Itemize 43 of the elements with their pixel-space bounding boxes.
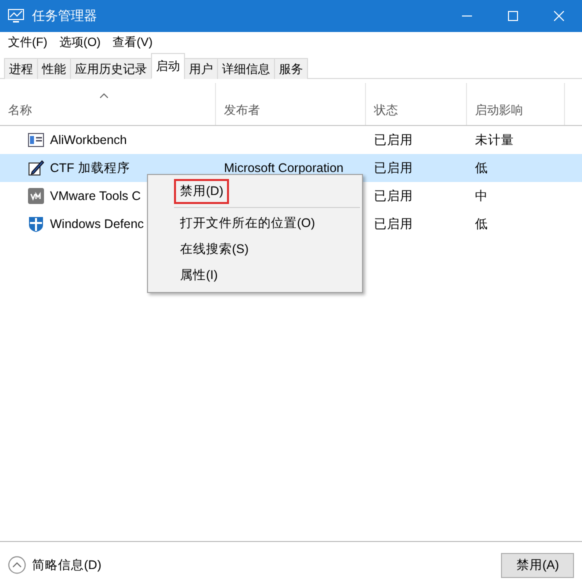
monitor-icon (8, 9, 24, 23)
tab[interactable]: 应用历史记录 (70, 58, 152, 79)
menu-item[interactable]: 在线搜索(S) (174, 237, 255, 262)
menu-item[interactable]: 选项(O) (55, 34, 109, 50)
tab[interactable]: 服务 (274, 58, 308, 79)
pen-icon (28, 160, 44, 176)
vm-icon (28, 188, 44, 204)
name-cell: Windows Defenc (50, 217, 144, 231)
status-cell-text: 已启用 (373, 133, 413, 147)
sort-caret-icon (100, 93, 108, 98)
column-header[interactable]: 名称 (0, 83, 216, 125)
tab[interactable]: 用户 (184, 58, 218, 79)
menu-item[interactable]: 打开文件所在的位置(O) (174, 211, 322, 236)
status-cell-text: 已启用 (373, 161, 413, 175)
menu-item[interactable]: 文件(F) (4, 34, 56, 50)
fewer-details-link[interactable]: 简略信息(D) (32, 556, 102, 574)
close-icon (554, 11, 564, 21)
status-cell-text: 已启用 (373, 217, 413, 231)
collapse-icon[interactable] (8, 556, 26, 574)
name-cell: CTF 加载程序 (50, 160, 130, 176)
window-title: 任务管理器 (32, 7, 98, 25)
tab[interactable]: 进程 (4, 58, 38, 79)
column-header[interactable]: 状态 (366, 83, 467, 125)
menu-item[interactable]: 查看(V) (108, 34, 161, 50)
impact-cell-text: 中 (474, 189, 488, 203)
disable-button[interactable]: 禁用(A) (501, 552, 574, 578)
publisher-cell-text: Microsoft Corporation (223, 161, 344, 175)
impact-cell-text: 低 (474, 161, 488, 175)
shield-icon (28, 216, 44, 232)
status-cell-text: 已启用 (373, 189, 413, 203)
maximize-icon (508, 11, 518, 21)
name-cell: VMware Tools C (50, 189, 141, 203)
menu-item[interactable]: 属性(I) (174, 263, 224, 288)
name-cell: AliWorkbench (50, 133, 127, 147)
column-header[interactable]: 发布者 (216, 83, 366, 125)
tab[interactable]: 详细信息 (217, 58, 275, 79)
impact-cell-text: 低 (474, 217, 488, 231)
tab[interactable]: 启动 (151, 53, 185, 79)
impact-cell-text: 未计量 (474, 133, 514, 147)
tab[interactable]: 性能 (37, 58, 71, 79)
window-icon (28, 133, 44, 147)
column-header[interactable]: 启动影响 (467, 83, 565, 125)
menu-item[interactable]: 禁用(D) (174, 179, 230, 204)
